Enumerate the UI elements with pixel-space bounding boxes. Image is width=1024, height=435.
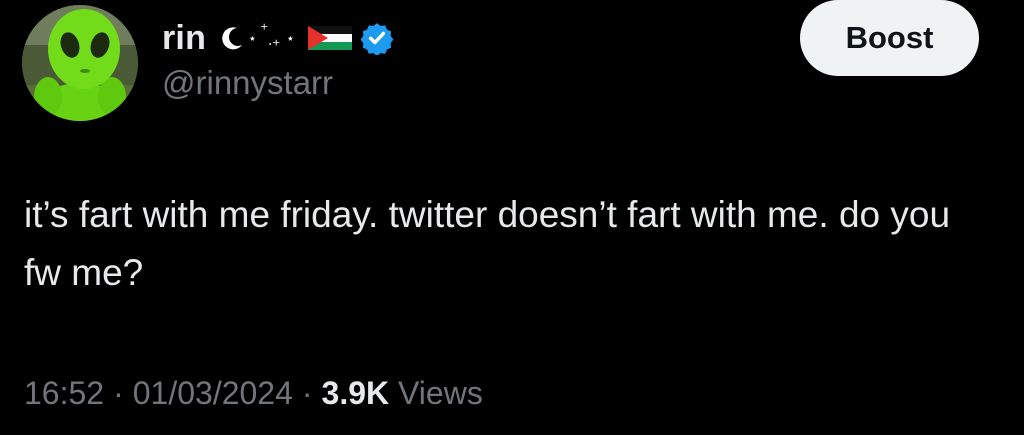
display-name[interactable]: rin: [162, 19, 206, 58]
boost-button[interactable]: Boost: [800, 0, 979, 76]
meta-separator: ·: [113, 375, 124, 411]
name-decorations: ⋆ ⁺ . ⁺ ⋆: [216, 21, 353, 55]
views-count[interactable]: 3.9K: [322, 375, 390, 411]
tweet-card: rin ⋆ ⁺ . ⁺ ⋆ @rinnystarr Boost it’s far…: [0, 0, 1024, 435]
sparkle-stars-icon: ⋆ ⁺ . ⁺ ⋆: [248, 21, 295, 55]
tweet-meta: 16:52 · 01/03/2024 · 3.9K Views: [24, 375, 483, 412]
svg-text:⋆: ⋆: [248, 31, 257, 47]
author-name-row[interactable]: rin ⋆ ⁺ . ⁺ ⋆: [162, 14, 394, 62]
author-handle[interactable]: @rinnystarr: [162, 64, 333, 102]
svg-text:⋆: ⋆: [286, 31, 295, 47]
svg-text:⁺: ⁺: [272, 36, 280, 55]
views-label: Views: [398, 375, 483, 411]
meta-separator: ·: [301, 375, 313, 411]
tweet-text: it’s fart with me friday. twitter doesn’…: [24, 194, 951, 293]
palestine-flag-icon: [308, 26, 353, 50]
tweet-date[interactable]: 01/03/2024: [133, 375, 293, 411]
green-alien-plush-avatar: [22, 5, 138, 121]
avatar[interactable]: [22, 5, 138, 121]
verified-badge-icon: [360, 21, 394, 55]
tweet-time[interactable]: 16:52: [24, 375, 104, 411]
crescent-moon-icon: [222, 27, 243, 50]
